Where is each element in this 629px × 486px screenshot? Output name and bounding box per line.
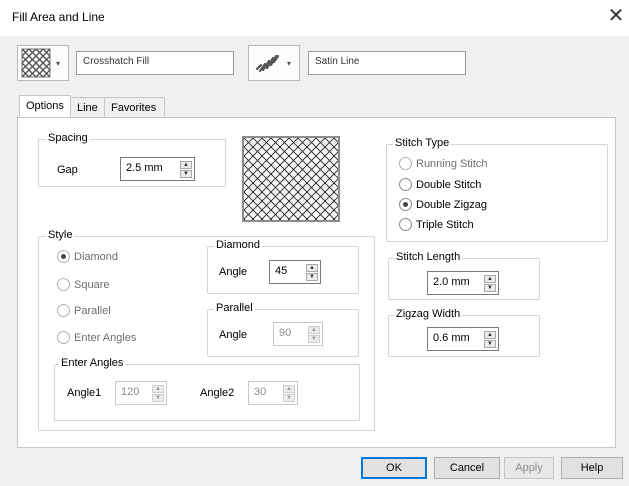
stitch-double-zigzag-radio[interactable]: Double Zigzag	[399, 198, 487, 211]
style-enter-angles-radio[interactable]: Enter Angles	[57, 331, 136, 344]
crosshatch-preview-image	[244, 138, 338, 220]
spin-up-icon[interactable]: ▲	[484, 274, 496, 283]
pattern-preview	[242, 136, 340, 222]
diamond-angle-value: 45	[275, 265, 288, 277]
apply-button[interactable]: Apply	[504, 457, 554, 479]
zigzag-width-title: Zigzag Width	[394, 308, 463, 320]
close-icon[interactable]: ✕	[605, 5, 627, 29]
spin-down-icon[interactable]: ▼	[283, 393, 295, 402]
cancel-button[interactable]: Cancel	[434, 457, 500, 479]
line-name-field: Satin Line	[308, 51, 466, 75]
stitch-length-spinner[interactable]: 2.0 mm ▲ ▼	[427, 271, 499, 295]
crosshatch-pattern-icon	[21, 48, 51, 78]
style-title: Style	[46, 229, 75, 241]
spin-down-icon[interactable]: ▼	[152, 393, 164, 402]
gap-value: 2.5 mm	[126, 162, 163, 174]
angle1-value: 120	[121, 386, 140, 398]
angle2-value: 30	[254, 386, 267, 398]
chevron-down-icon: ▾	[56, 58, 61, 68]
parallel-angle-label: Angle	[219, 329, 248, 341]
line-type-dropdown[interactable]: ▾	[248, 45, 300, 81]
fill-type-dropdown[interactable]: ▾	[17, 45, 69, 81]
angle1-spinner[interactable]: 120 ▲ ▼	[115, 381, 167, 405]
spin-up-icon[interactable]: ▲	[308, 325, 320, 334]
spin-up-icon[interactable]: ▲	[283, 384, 295, 393]
angle1-label: Angle1	[67, 387, 102, 399]
enter-angles-title: Enter Angles	[59, 357, 126, 369]
spin-down-icon[interactable]: ▼	[306, 272, 318, 281]
satin-line-icon	[255, 54, 280, 73]
fill-name-field: Crosshatch Fill	[76, 51, 234, 75]
help-button[interactable]: Help	[561, 457, 623, 479]
tab-options[interactable]: Options	[19, 95, 71, 119]
zigzag-width-value: 0.6 mm	[433, 332, 470, 344]
spin-down-icon[interactable]: ▼	[484, 283, 496, 292]
tab-line[interactable]: Line	[71, 97, 105, 119]
style-parallel-radio[interactable]: Parallel	[57, 304, 111, 317]
stitch-length-title: Stitch Length	[394, 251, 463, 263]
spin-up-icon[interactable]: ▲	[152, 384, 164, 393]
spin-down-icon[interactable]: ▼	[484, 339, 496, 348]
spin-down-icon[interactable]: ▼	[308, 334, 320, 343]
stitch-running-radio[interactable]: Running Stitch	[399, 157, 488, 170]
spacing-title: Spacing	[46, 132, 90, 144]
spin-up-icon[interactable]: ▲	[484, 330, 496, 339]
ok-button[interactable]: OK	[361, 457, 427, 479]
spin-down-icon[interactable]: ▼	[180, 169, 192, 178]
angle2-spinner[interactable]: 30 ▲ ▼	[248, 381, 298, 405]
style-diamond-radio[interactable]: Diamond	[57, 250, 118, 263]
parallel-title: Parallel	[214, 302, 255, 314]
tab-favorites[interactable]: Favorites	[105, 97, 165, 119]
diamond-title: Diamond	[214, 239, 263, 251]
stitch-double-radio[interactable]: Double Stitch	[399, 178, 481, 191]
stitch-length-value: 2.0 mm	[433, 276, 470, 288]
window-title: Fill Area and Line	[12, 10, 105, 24]
angle2-label: Angle2	[200, 387, 235, 399]
diamond-angle-label: Angle	[219, 266, 248, 278]
chevron-down-icon: ▾	[287, 58, 292, 68]
spin-up-icon[interactable]: ▲	[180, 160, 192, 169]
gap-spinner[interactable]: 2.5 mm ▲ ▼	[120, 157, 195, 181]
gap-label: Gap	[57, 164, 78, 176]
zigzag-width-spinner[interactable]: 0.6 mm ▲ ▼	[427, 327, 499, 351]
parallel-angle-spinner[interactable]: 90 ▲ ▼	[273, 322, 323, 346]
spin-up-icon[interactable]: ▲	[306, 263, 318, 272]
style-square-radio[interactable]: Square	[57, 278, 109, 291]
stitch-triple-radio[interactable]: Triple Stitch	[399, 218, 474, 231]
diamond-angle-spinner[interactable]: 45 ▲ ▼	[269, 260, 321, 284]
stitch-type-title: Stitch Type	[393, 137, 452, 149]
parallel-angle-value: 90	[279, 327, 292, 339]
